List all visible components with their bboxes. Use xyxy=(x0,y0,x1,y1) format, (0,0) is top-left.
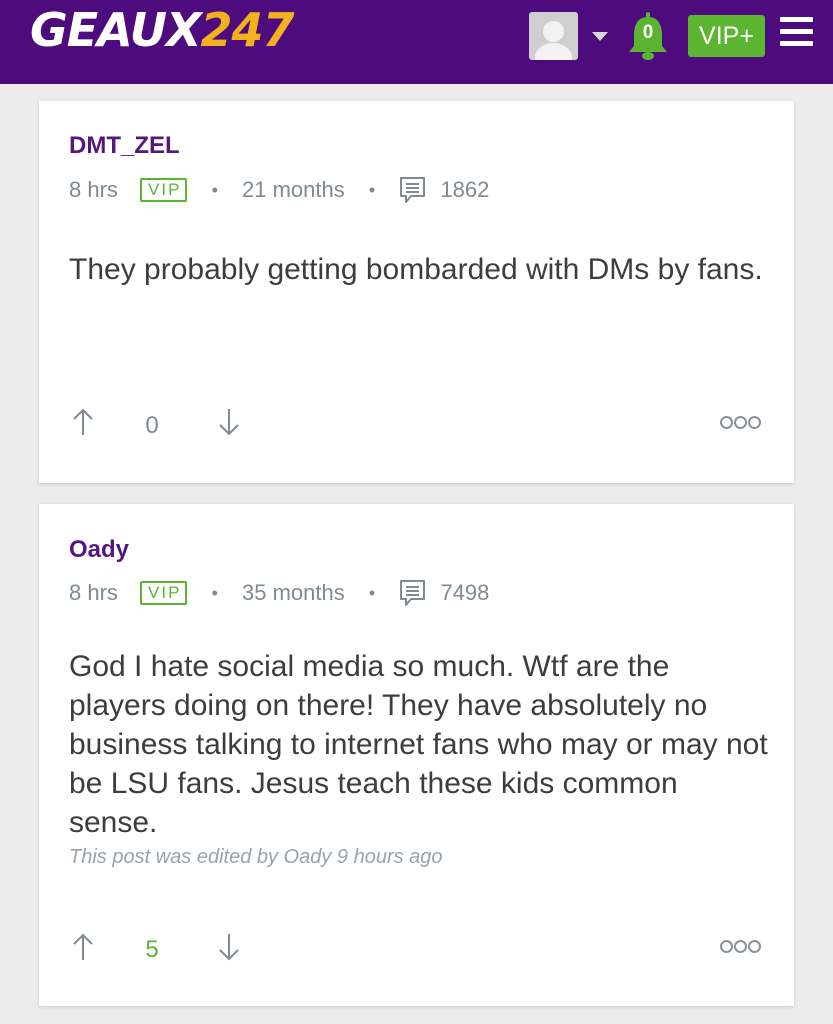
caret-down-icon[interactable] xyxy=(592,32,608,41)
more-options-icon[interactable] xyxy=(720,940,762,954)
membership-duration: 21 months xyxy=(242,177,345,203)
menu-bar xyxy=(780,41,813,46)
logo-number: 247 xyxy=(200,3,295,57)
arrow-up-icon[interactable] xyxy=(71,932,95,962)
vote-count: 0 xyxy=(145,412,159,439)
vip-badge: VIP xyxy=(140,581,188,606)
more-options-icon[interactable] xyxy=(720,416,762,430)
post-body: God I hate social media so much. Wtf are… xyxy=(69,650,768,839)
edited-note: This post was edited by Oady 9 hours ago xyxy=(69,846,443,868)
forum-post: DMT_ZEL 8 hrs VIP • 21 months • 1862 The… xyxy=(39,101,794,483)
post-time: 8 hrs xyxy=(69,177,118,203)
post-body: They probably getting bombarded with DMs… xyxy=(69,253,763,286)
post-count: 7498 xyxy=(440,580,490,606)
menu-bar xyxy=(780,29,813,34)
membership-duration: 35 months xyxy=(242,580,345,606)
message-icon xyxy=(400,177,426,204)
site-logo[interactable]: GEAUX247 xyxy=(30,3,295,57)
post-author[interactable]: DMT_ZEL xyxy=(69,132,180,160)
post-author[interactable]: Oady xyxy=(69,536,129,564)
more-dot xyxy=(734,416,747,429)
post-time: 8 hrs xyxy=(69,580,118,606)
arrow-down-icon[interactable] xyxy=(217,407,241,437)
more-dot xyxy=(748,940,761,953)
menu-bar xyxy=(780,17,813,22)
hamburger-menu-icon[interactable] xyxy=(780,17,813,47)
vip-plus-button[interactable]: VIP+ xyxy=(688,15,765,57)
user-avatar[interactable] xyxy=(529,12,578,60)
separator-dot: • xyxy=(211,583,218,604)
message-icon xyxy=(400,580,426,607)
notification-count: 0 xyxy=(642,22,654,43)
top-navigation-bar: GEAUX247 0 VIP+ xyxy=(0,0,833,84)
more-dot xyxy=(748,416,761,429)
more-dot xyxy=(720,416,733,429)
post-count: 1862 xyxy=(440,177,490,203)
separator-dot: • xyxy=(211,180,218,201)
more-dot xyxy=(720,940,733,953)
avatar-head-shape xyxy=(543,21,564,42)
more-dot xyxy=(734,940,747,953)
arrow-up-icon[interactable] xyxy=(71,407,95,437)
avatar-shoulders-shape xyxy=(535,43,572,60)
post-meta: 8 hrs VIP • 21 months • 1862 xyxy=(69,175,490,204)
vote-count: 5 xyxy=(145,936,159,963)
post-meta: 8 hrs VIP • 35 months • 7498 xyxy=(69,578,490,607)
forum-post: Oady 8 hrs VIP • 35 months • 7498 God I … xyxy=(39,504,794,1006)
separator-dot: • xyxy=(368,180,376,201)
separator-dot: • xyxy=(368,583,376,604)
arrow-down-icon[interactable] xyxy=(217,932,241,962)
vip-badge: VIP xyxy=(140,178,188,203)
logo-text: GEAUX xyxy=(30,3,202,57)
